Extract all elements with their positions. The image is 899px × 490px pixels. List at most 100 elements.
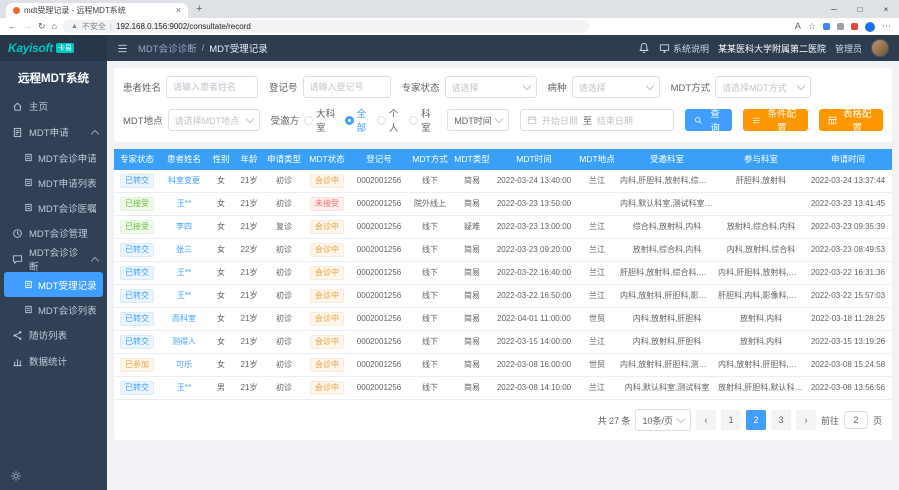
sidebar-collapse-icon[interactable] <box>117 43 128 54</box>
sidebar-item-mdt-apply[interactable]: MDT申请 <box>0 119 107 145</box>
breadcrumb-root[interactable]: MDT会诊诊断 <box>138 41 197 55</box>
table-row[interactable]: 已转交王**女21岁初诊会诊中0002001256线下简易2022-03-22 … <box>114 262 892 285</box>
sidebar-item-mdt-consult-apply[interactable]: MDT会诊申请 <box>0 145 107 170</box>
mdt-mode-select[interactable]: 请选择MDT方式 <box>715 76 811 98</box>
radio-department[interactable]: 科室 <box>409 106 436 134</box>
cell-mdt_type: 简易 <box>452 354 492 376</box>
mdt-time-select[interactable]: MDT时间 <box>447 109 509 131</box>
search-button[interactable]: 查询 <box>685 109 732 131</box>
favorites-star-icon[interactable]: ☆ <box>808 22 816 31</box>
table-row[interactable]: 已转交科室变更女21岁初诊会诊中0002001256线下简易2022-03-24… <box>114 170 892 193</box>
minimize-button[interactable]: ─ <box>821 5 847 14</box>
system-help-button[interactable]: 系统说明 <box>659 42 709 55</box>
patient-name-link[interactable]: 王** <box>177 199 191 208</box>
table-row[interactable]: 已接受王**女21岁初诊未接受0002001256院外线上简易2022-03-2… <box>114 193 892 216</box>
select-placeholder: 请选择 <box>579 81 606 94</box>
url-input[interactable]: ▲ 不安全 | 192.168.0.156:9002/consultate/re… <box>63 20 589 33</box>
cell-apply_type: 初诊 <box>264 354 304 376</box>
cell-mdt_time: 2022-03-08 16:00:00 <box>492 354 576 376</box>
cell-mdt_status: 会诊中 <box>304 377 350 399</box>
mdt_status-tag: 会诊中 <box>310 266 344 280</box>
cell-mdt_place: 兰江 <box>576 170 618 192</box>
cell-apply_type: 初诊 <box>264 193 304 215</box>
cell-mdt_time: 2022-04-01 11:00:00 <box>492 308 576 330</box>
page-size-select[interactable]: 10条/页 <box>635 409 691 431</box>
sidebar-item-followup-list[interactable]: 随访列表 <box>0 322 107 348</box>
extension-icon[interactable] <box>837 23 844 30</box>
cell-reg_no: 0002001256 <box>350 285 408 307</box>
sidebar-item-mdt-consult-order[interactable]: MDT会诊医嘱 <box>0 195 107 220</box>
table-row[interactable]: 已接受李四女21岁复诊会诊中0002001256线下疑难2022-03-23 1… <box>114 216 892 239</box>
radio-big-department[interactable]: 大科室 <box>304 106 340 134</box>
read-aloud-icon[interactable]: A <box>795 22 801 31</box>
table-config-button[interactable]: 表格配置 <box>819 109 883 131</box>
user-avatar[interactable] <box>871 39 889 57</box>
sidebar-item-mdt-accept-records[interactable]: MDT受理记录 <box>4 272 103 297</box>
patient-name-link[interactable]: 王** <box>177 383 191 392</box>
sidebar-item-statistics[interactable]: 数据统计 <box>0 348 107 374</box>
patient-name-link[interactable]: 测得人 <box>172 337 196 346</box>
page-button-1[interactable]: 1 <box>721 410 741 430</box>
mdt-place-label: MDT地点 <box>123 113 163 127</box>
refresh-icon[interactable]: ↻ <box>38 22 46 31</box>
chevron-down-icon <box>645 82 653 90</box>
settings-gear-icon[interactable] <box>10 470 22 482</box>
app-header: Kayisoft 卡易 MDT会诊诊断 / MDT受理记录 系统说明 某某医科大… <box>0 35 899 61</box>
patient-name-link[interactable]: 而科室 <box>172 314 196 323</box>
filter-panel: 患者姓名 登记号 专家状态 请选择 病种 请选择 <box>114 68 892 142</box>
table-row[interactable]: 已转交王**女21岁初诊会诊中0002001256线下简易2022-03-22 … <box>114 285 892 308</box>
patient-name-link[interactable]: 可乐 <box>176 360 192 369</box>
extension-icon[interactable] <box>851 23 858 30</box>
forward-icon[interactable]: → <box>23 22 32 31</box>
maximize-button[interactable]: □ <box>847 5 873 14</box>
table-row[interactable]: 已转交张三女22岁初诊会诊中0002001256线下简易2022-03-23 0… <box>114 239 892 262</box>
expert-status-select[interactable]: 请选择 <box>445 76 537 98</box>
goto-page-input[interactable] <box>844 411 868 429</box>
mdt_status-tag: 未接受 <box>310 197 344 211</box>
table-row[interactable]: 已转交而科室女21岁初诊会诊中0002001256线下简易2022-04-01 … <box>114 308 892 331</box>
back-icon[interactable]: ← <box>8 22 17 31</box>
page-size-value: 10条/页 <box>642 414 673 427</box>
patient-name-link[interactable]: 王** <box>177 268 191 277</box>
bell-icon[interactable] <box>638 42 650 54</box>
sidebar-item-label: MDT会诊医嘱 <box>38 201 97 215</box>
cell-mdt_status: 会诊中 <box>304 170 350 192</box>
table-row[interactable]: 已参加可乐女21岁初诊会诊中0002001256线下简易2022-03-08 1… <box>114 354 892 377</box>
condition-config-button[interactable]: 条件配置 <box>743 109 807 131</box>
chart-icon <box>12 356 23 367</box>
sidebar-item-mdt-consult-list[interactable]: MDT会诊列表 <box>0 297 107 322</box>
page-button-2[interactable]: 2 <box>746 410 766 430</box>
extension-icon[interactable] <box>823 23 830 30</box>
patient-name-link[interactable]: 李四 <box>176 222 192 231</box>
new-tab-button[interactable]: + <box>196 4 202 15</box>
radio-all[interactable]: 全部 <box>345 106 372 134</box>
reg-no-input[interactable] <box>303 76 391 98</box>
disease-select[interactable]: 请选择 <box>572 76 660 98</box>
table-row[interactable]: 已转交王**男21岁初诊会诊中0002001256线下简易2022-03-08 … <box>114 377 892 400</box>
tab-close-icon[interactable]: × <box>176 6 181 15</box>
next-page-button[interactable]: › <box>796 410 816 430</box>
patient-name-link[interactable]: 张三 <box>176 245 192 254</box>
app-logo[interactable]: Kayisoft 卡易 <box>0 35 107 61</box>
table-row[interactable]: 已转交测得人女21岁初诊会诊中0002001256线下简易2022-03-15 … <box>114 331 892 354</box>
sidebar-item-mdt-apply-list[interactable]: MDT申请列表 <box>0 170 107 195</box>
mdt-date-range[interactable]: 开始日期 至 结束日期 <box>520 109 674 131</box>
close-button[interactable]: × <box>873 5 899 14</box>
patient-name-link[interactable]: 王** <box>177 291 191 300</box>
more-menu-icon[interactable]: ⋯ <box>882 22 891 31</box>
mdt_status-tag: 会诊中 <box>310 381 344 395</box>
radio-personal[interactable]: 个人 <box>377 106 404 134</box>
home-icon[interactable]: ⌂ <box>52 22 57 31</box>
mdt-place-select[interactable]: 请选择MDT地点 <box>168 109 260 131</box>
window-controls: ─ □ × <box>821 0 899 18</box>
sidebar-item-mdt-manage[interactable]: MDT会诊管理 <box>0 220 107 246</box>
prev-page-button[interactable]: ‹ <box>696 410 716 430</box>
patient-name-input[interactable] <box>166 76 258 98</box>
browser-profile-avatar[interactable] <box>865 22 875 32</box>
sidebar-item-mdt-diagnosis[interactable]: MDT会诊诊断 <box>0 246 107 272</box>
patient-name-link[interactable]: 科室变更 <box>168 176 200 185</box>
cell-mdt_time: 2022-03-08 14:10:00 <box>492 377 576 399</box>
browser-tab[interactable]: mdt受理记录 - 远程MDT系统 × <box>6 3 188 18</box>
sidebar-item-home[interactable]: 主页 <box>0 93 107 119</box>
page-button-3[interactable]: 3 <box>771 410 791 430</box>
